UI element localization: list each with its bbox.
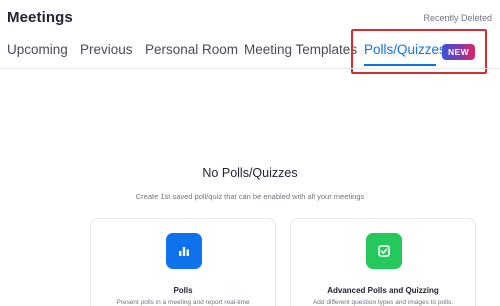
page-title: Meetings xyxy=(7,9,73,26)
checkbox-icon xyxy=(366,233,402,269)
tab-personal-room[interactable]: Personal Room xyxy=(145,42,238,57)
tab-upcoming[interactable]: Upcoming xyxy=(7,42,68,57)
tabs-divider xyxy=(0,68,500,69)
empty-state-title: No Polls/Quizzes xyxy=(202,166,298,180)
card-description: Present polls in a meeting and report re… xyxy=(116,299,250,306)
advanced-polls-card[interactable]: Advanced Polls and Quizzing Add differen… xyxy=(290,218,476,306)
card-title: Advanced Polls and Quizzing xyxy=(327,286,439,295)
empty-state-subtitle: Create 1st saved poll/quiz that can be e… xyxy=(135,192,365,201)
tab-meeting-templates[interactable]: Meeting Templates xyxy=(244,42,357,57)
tab-previous[interactable]: Previous xyxy=(80,42,133,57)
card-title: Polls xyxy=(173,286,193,295)
polls-card[interactable]: Polls Present polls in a meeting and rep… xyxy=(90,218,276,306)
bar-chart-icon xyxy=(166,233,202,269)
recently-deleted-link[interactable]: Recently Deleted xyxy=(423,13,492,23)
card-description: Add different question types and images … xyxy=(312,299,454,306)
